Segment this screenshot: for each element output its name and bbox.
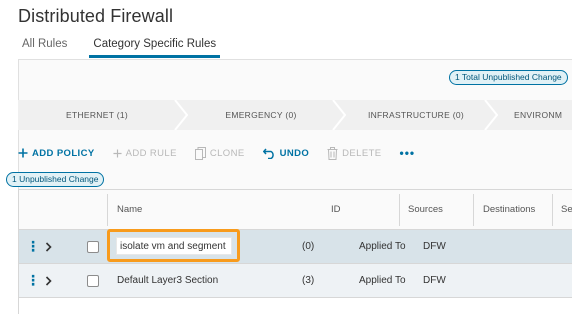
row-checkbox[interactable]: [87, 230, 99, 263]
column-separator: [552, 194, 553, 226]
add-rule-button[interactable]: ADD RULE: [113, 148, 177, 159]
category-emergency[interactable]: EMERGENCY (0): [188, 100, 334, 130]
column-header-destinations[interactable]: Destinations: [483, 204, 535, 215]
column-header-id[interactable]: ID: [331, 204, 341, 215]
chevron-right-icon[interactable]: [45, 230, 52, 263]
chevron-divider-icon: [484, 100, 498, 130]
column-header-services[interactable]: Se: [561, 204, 572, 215]
table-row[interactable]: ⋮ isolate vm and segment (0) Applied To …: [19, 230, 572, 264]
tab-bar: All Rules Category Specific Rules: [18, 38, 238, 58]
category-ethernet-label: ETHERNET (1): [65, 110, 128, 120]
row-checkbox[interactable]: [87, 264, 99, 297]
row-applied-to-value[interactable]: DFW: [423, 264, 446, 297]
row-id: (3): [302, 275, 315, 286]
row-id: (0): [302, 241, 315, 252]
column-header-sources[interactable]: Sources: [408, 204, 443, 215]
column-separator: [399, 194, 400, 226]
row-applied-to-value[interactable]: DFW: [423, 230, 446, 263]
undo-button[interactable]: UNDO: [262, 147, 310, 159]
total-unpublished-badge[interactable]: 1 Total Unpublished Change: [449, 70, 568, 85]
page-title: Distributed Firewall: [18, 6, 174, 26]
delete-button[interactable]: DELETE: [327, 146, 382, 160]
plus-icon: [18, 148, 28, 158]
add-rule-label: ADD RULE: [125, 147, 177, 159]
category-ethernet[interactable]: ETHERNET (1): [18, 100, 176, 130]
category-environment-label: ENVIRONM: [514, 110, 563, 120]
add-policy-label: ADD POLICY: [32, 147, 95, 159]
trash-icon: [327, 146, 338, 160]
row-name[interactable]: isolate vm and segment: [117, 230, 223, 263]
undo-label: UNDO: [279, 147, 310, 159]
table-row[interactable]: ⋮ Default Layer3 Section (3) Applied To …: [19, 264, 572, 298]
copy-icon: [194, 146, 206, 160]
plus-icon: [113, 148, 122, 158]
kebab-menu-icon[interactable]: ⋮: [26, 264, 40, 297]
tab-all-rules[interactable]: All Rules: [18, 38, 71, 58]
kebab-menu-icon[interactable]: ⋮: [26, 230, 40, 263]
category-emergency-label: EMERGENCY (0): [225, 110, 297, 120]
unpublished-change-badge[interactable]: 1 Unpublished Change: [6, 172, 105, 187]
category-infrastructure-label: INFRASTRUCTURE (0): [367, 110, 465, 120]
chevron-divider-icon: [332, 100, 346, 130]
column-separator: [107, 194, 108, 226]
clone-label: CLONE: [209, 147, 245, 159]
toolbar: ADD POLICY ADD RULE CLONE UNDO DELETE ••…: [18, 144, 433, 162]
chevron-divider-icon: [174, 100, 188, 130]
chevron-right-icon[interactable]: [45, 264, 52, 297]
add-policy-button[interactable]: ADD POLICY: [18, 148, 95, 159]
table-header: Name ID Sources Destinations Se: [19, 190, 572, 230]
row-applied-to-label: Applied To: [359, 275, 406, 286]
category-infrastructure[interactable]: INFRASTRUCTURE (0): [346, 100, 486, 130]
rules-table: Name ID Sources Destinations Se ⋮ isolat…: [18, 189, 572, 314]
row-name[interactable]: Default Layer3 Section: [117, 264, 218, 297]
clone-button[interactable]: CLONE: [194, 146, 245, 160]
tab-category-specific-rules[interactable]: Category Specific Rules: [89, 38, 221, 58]
more-actions-button[interactable]: •••: [400, 146, 416, 160]
more-icon: •••: [399, 146, 416, 160]
delete-label: DELETE: [342, 147, 382, 159]
column-header-name[interactable]: Name: [117, 204, 142, 215]
category-environment[interactable]: ENVIRONM: [514, 100, 572, 130]
category-bar: ETHERNET (1) EMERGENCY (0) INFRASTRUCTUR…: [18, 100, 572, 130]
row-applied-to-label: Applied To: [359, 241, 406, 252]
undo-icon: [262, 148, 276, 159]
column-separator: [473, 194, 474, 226]
